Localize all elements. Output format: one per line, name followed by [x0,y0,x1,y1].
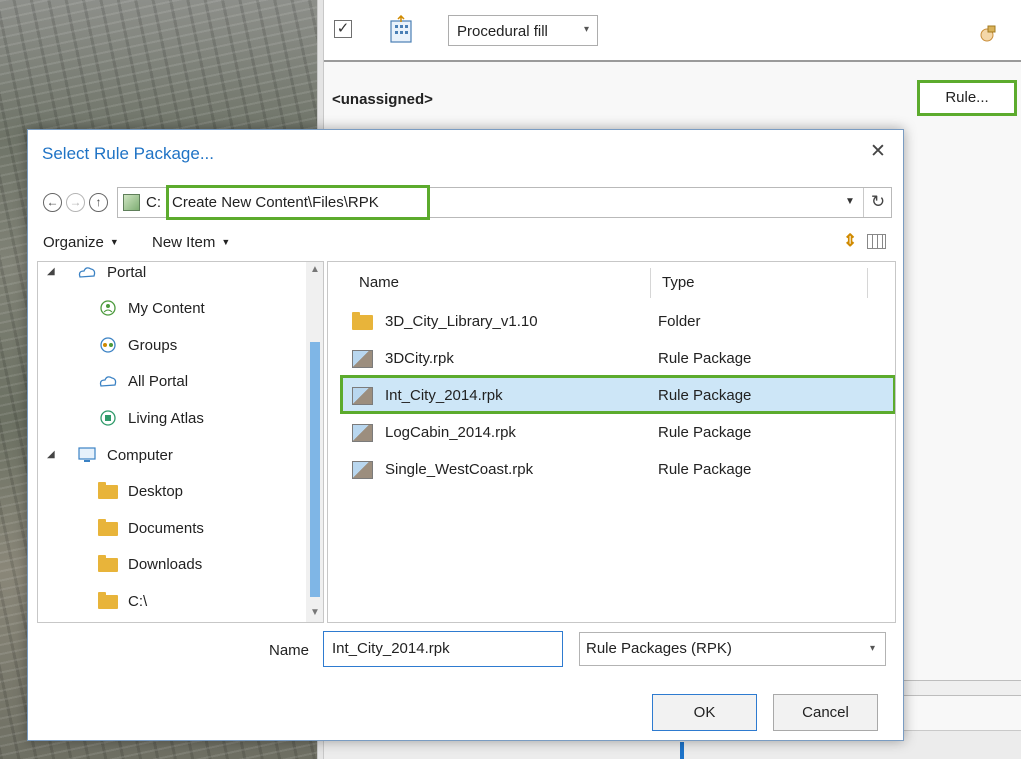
file-row[interactable]: Single_WestCoast.rpk Rule Package [328,452,895,488]
fill-type-value: Procedural fill [457,23,548,40]
back-arrow-icon[interactable]: ← [43,193,62,212]
new-item-label: New Item [152,234,216,251]
scroll-up-icon[interactable]: ▲ [310,264,320,275]
tree-item-downloads[interactable]: Downloads [98,554,298,578]
rule-package-icon [352,350,373,368]
fill-type-dropdown[interactable]: Procedural fill ▾ [448,15,598,46]
dialog-title: Select Rule Package... [42,144,214,163]
folder-icon [98,482,118,499]
ok-button[interactable]: OK [652,694,757,731]
column-header-name[interactable]: Name [359,274,399,291]
file-row[interactable]: LogCabin_2014.rpk Rule Package [328,415,895,451]
location-icon [123,194,140,211]
rule-package-icon [352,461,373,479]
tree-label: My Content [128,300,205,317]
portal-cloud-icon [78,267,96,278]
rule-package-icon [352,424,373,442]
file-name: 3DCity.rpk [385,350,454,367]
tree-label: Portal [107,264,147,281]
tree-item-c-drive[interactable]: C:\ [98,591,298,615]
file-type: Rule Package [658,350,752,367]
folder-icon [98,555,118,572]
chevron-down-icon: ▾ [583,24,589,35]
tree-item-documents[interactable]: Documents [98,518,298,542]
address-bar[interactable]: C: Create New Content\Files\RPK ▼ ↻ [117,185,892,220]
tree-label: Downloads [128,556,203,573]
name-label: Name [269,642,310,659]
tree-label: All Portal [128,373,189,390]
refresh-icon[interactable]: ↻ [863,188,892,217]
active-indicator [680,742,684,759]
building-icon [390,15,412,43]
rule-value-text: <unassigned> [332,91,433,108]
file-name: Int_City_2014.rpk [385,387,503,404]
lock-palette-icon[interactable] [979,24,997,42]
expand-triangle-icon[interactable]: ◢ [47,449,55,460]
scroll-thumb[interactable] [310,342,320,597]
column-divider[interactable] [650,268,651,298]
sort-icon[interactable]: ⇕ [843,231,857,251]
organize-menu[interactable]: Organize ▼ [43,234,119,251]
folder-icon [352,312,373,330]
column-divider[interactable] [867,268,868,298]
close-icon[interactable]: ✕ [868,142,888,162]
rule-package-icon [352,387,373,405]
filter-value: Rule Packages (RPK) [586,640,732,657]
rule-button[interactable]: Rule... [917,80,1017,116]
view-toggle-icon[interactable] [867,234,886,249]
tree-label: C:\ [128,593,148,610]
file-row[interactable]: 3DCity.rpk Rule Package [328,341,895,377]
tree-item-my-content[interactable]: My Content [98,298,298,322]
tree-label: Desktop [128,483,184,500]
folder-icon [98,519,118,536]
tree-item-portal[interactable]: ◢ Portal [43,262,303,286]
tree-item-groups[interactable]: Groups [98,335,298,359]
select-rule-package-dialog: Select Rule Package... ✕ ← → ↑ C: Create… [27,129,904,741]
file-list: Name Type 3D_City_Library_v1.10 Folder 3… [327,261,896,623]
file-name-input[interactable]: Int_City_2014.rpk [323,631,563,667]
file-type: Rule Package [658,387,752,404]
file-row[interactable]: 3D_City_Library_v1.10 Folder [328,304,895,340]
living-atlas-icon [100,410,116,426]
fill-enabled-checkbox[interactable]: ✓ [334,20,352,38]
tree-item-computer[interactable]: ◢ Computer [43,445,303,469]
tree-label: Documents [128,520,204,537]
cloud-icon [99,376,117,387]
tree-label: Computer [107,447,173,464]
file-type: Rule Package [658,424,752,441]
file-type: Folder [658,313,701,330]
forward-arrow-icon[interactable]: → [66,193,85,212]
tree-item-living-atlas[interactable]: Living Atlas [98,408,298,432]
up-arrow-icon[interactable]: ↑ [89,193,108,212]
tree-label: Groups [128,337,178,354]
address-drive: C: [146,194,161,211]
navigation-tree: ◢ Portal My Content Groups All Portal Li… [37,261,324,623]
tree-label: Living Atlas [128,410,204,427]
address-path[interactable]: Create New Content\Files\RPK [166,185,430,220]
folder-icon [98,592,118,609]
cancel-button[interactable]: Cancel [773,694,878,731]
column-header-type[interactable]: Type [662,274,695,291]
tree-item-desktop[interactable]: Desktop [98,481,298,505]
file-name: 3D_City_Library_v1.10 [385,313,538,330]
file-type-filter[interactable]: Rule Packages (RPK) ▾ [579,632,886,666]
file-name: Single_WestCoast.rpk [385,461,534,478]
my-content-icon [100,300,116,316]
expand-triangle-icon[interactable]: ◢ [47,266,55,277]
chevron-down-icon: ▾ [869,643,875,654]
file-name: LogCabin_2014.rpk [385,424,516,441]
scroll-down-icon[interactable]: ▼ [310,607,320,618]
groups-icon [100,337,116,353]
file-type: Rule Package [658,461,752,478]
pane-toolbar: ✓ Procedural fill ▾ [324,0,1021,62]
new-item-menu[interactable]: New Item ▼ [152,234,230,251]
file-row-selected[interactable]: Int_City_2014.rpk Rule Package [328,378,895,414]
organize-label: Organize [43,234,104,251]
caret-down-icon: ▼ [109,237,119,247]
chevron-down-icon[interactable]: ▼ [845,196,855,207]
caret-down-icon: ▼ [221,237,231,247]
tree-item-all-portal[interactable]: All Portal [98,371,298,395]
computer-icon [78,447,96,462]
